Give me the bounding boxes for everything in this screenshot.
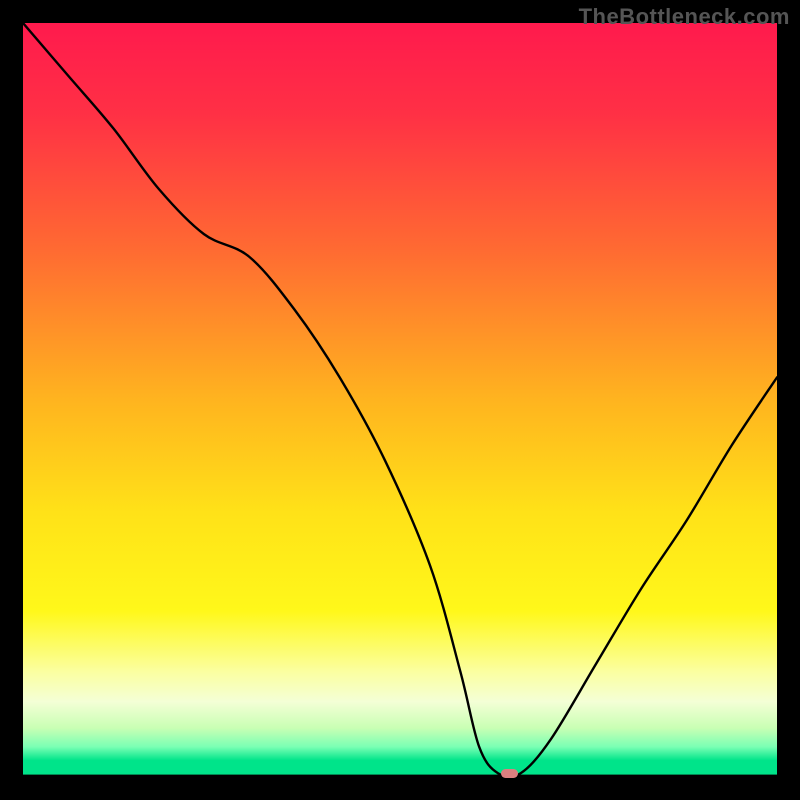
optimal-marker [501,769,518,778]
baseline [23,775,777,777]
gradient-background [23,23,777,777]
watermark-text: TheBottleneck.com [579,4,790,30]
bottleneck-plot [23,23,777,777]
chart-container: TheBottleneck.com [0,0,800,800]
